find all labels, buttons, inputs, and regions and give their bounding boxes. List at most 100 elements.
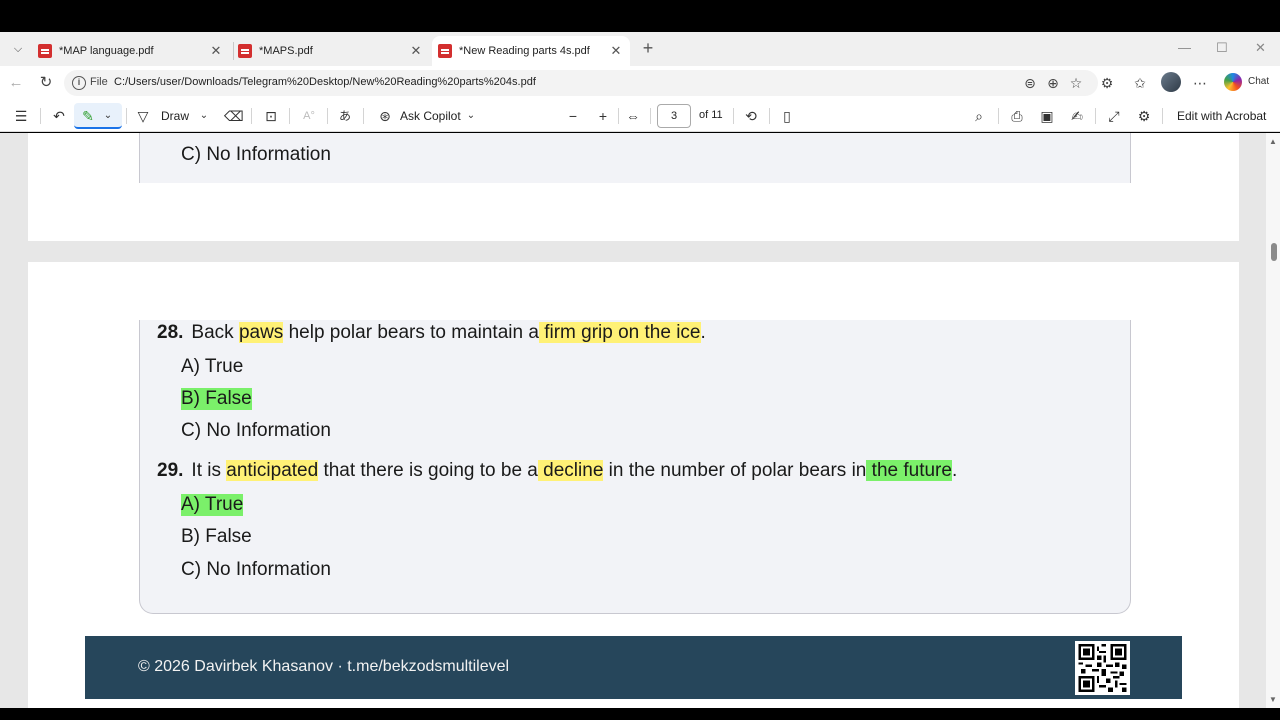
rotate-icon[interactable]: ⟲ bbox=[742, 106, 760, 126]
info-icon[interactable]: i bbox=[72, 76, 86, 90]
url-scheme-label: File bbox=[90, 76, 108, 88]
extensions-icon[interactable]: ⚙ bbox=[1098, 74, 1116, 92]
settings-gear-icon[interactable]: ⚙ bbox=[1135, 106, 1153, 126]
read-aloud-icon[interactable]: A° bbox=[300, 106, 318, 126]
print-icon[interactable]: ⎙ bbox=[1008, 106, 1026, 126]
contents-list-icon[interactable]: ☰ bbox=[12, 106, 30, 126]
url-text[interactable]: C:/Users/user/Downloads/Telegram%20Deskt… bbox=[114, 76, 536, 88]
close-window-button[interactable]: ✕ bbox=[1255, 40, 1266, 56]
new-tab-button[interactable]: + bbox=[638, 38, 658, 58]
zoom-in-icon[interactable]: + bbox=[595, 106, 611, 126]
toolbar-divider bbox=[363, 108, 364, 124]
close-tab-icon[interactable]: ✕ bbox=[408, 43, 424, 59]
address-bar-row: ← ↻ i File C:/Users/user/Downloads/Teleg… bbox=[0, 66, 1280, 100]
highlight-yellow: anticipated bbox=[226, 460, 319, 481]
search-icon[interactable]: ⌕ bbox=[970, 106, 988, 126]
toolbar-divider bbox=[251, 108, 252, 124]
close-tab-icon[interactable]: ✕ bbox=[608, 43, 624, 59]
copilot-icon[interactable] bbox=[1224, 73, 1242, 91]
minimize-button[interactable]: — bbox=[1178, 40, 1191, 55]
page-footer: © 2026 Davirbek Khasanov · t.me/bekzodsm… bbox=[85, 636, 1182, 699]
scrollbar-thumb[interactable] bbox=[1271, 243, 1277, 261]
footer-credit: © 2026 Davirbek Khasanov · t.me/bekzodsm… bbox=[138, 658, 510, 675]
toolbar-divider bbox=[618, 108, 619, 124]
translate-icon[interactable]: ⊜ bbox=[1021, 74, 1039, 92]
question-box: C) No Information bbox=[139, 133, 1131, 183]
tab-title: *MAP language.pdf bbox=[59, 45, 154, 57]
pdf-file-icon bbox=[238, 44, 252, 58]
question-text: that there is going to be a bbox=[318, 460, 538, 481]
tab-divider bbox=[233, 42, 234, 60]
toolbar-divider bbox=[769, 108, 770, 124]
chevron-down-icon[interactable]: ⌄ bbox=[198, 106, 210, 126]
option-b-answer: B) False bbox=[181, 388, 252, 410]
ask-copilot-icon[interactable]: ⊛ bbox=[376, 106, 394, 126]
page-number-input[interactable]: 3 bbox=[657, 104, 691, 128]
toolbar-divider bbox=[126, 108, 127, 124]
pdf-viewer[interactable]: C) No Information 28. Back paws help pola… bbox=[0, 133, 1280, 708]
tab-new-reading-parts[interactable]: *New Reading parts 4s.pdf ✕ bbox=[432, 36, 630, 66]
save-as-icon[interactable]: ✍ bbox=[1068, 106, 1086, 126]
chevron-down-icon[interactable]: ⌄ bbox=[465, 106, 477, 126]
tab-actions-chevron-icon[interactable]: ⌵ bbox=[8, 39, 28, 59]
fit-width-icon[interactable]: ⇔ bbox=[624, 106, 642, 126]
scroll-up-arrow-icon[interactable]: ▲ bbox=[1269, 137, 1277, 146]
toolbar-divider bbox=[733, 108, 734, 124]
highlight-yellow: paws bbox=[238, 322, 284, 343]
question-number: 29. bbox=[157, 460, 184, 481]
address-bar[interactable]: i File C:/Users/user/Downloads/Telegram%… bbox=[64, 70, 1098, 96]
favorites-icon[interactable]: ✩ bbox=[1131, 74, 1149, 92]
question-text: help polar bears to maintain a bbox=[283, 322, 539, 343]
chevron-down-icon: ⌄ bbox=[103, 110, 113, 121]
question-number: 28. bbox=[157, 322, 184, 343]
eraser-icon[interactable]: ⌫ bbox=[224, 106, 244, 126]
draw-button[interactable]: Draw bbox=[161, 109, 189, 123]
question-text: It is bbox=[191, 460, 227, 481]
close-tab-icon[interactable]: ✕ bbox=[208, 43, 224, 59]
question-28: 28. Back paws help polar bears to maintai… bbox=[157, 322, 706, 344]
pdf-file-icon bbox=[38, 44, 52, 58]
profile-avatar[interactable] bbox=[1161, 72, 1181, 92]
translate-text-icon[interactable]: あ bbox=[336, 106, 354, 126]
undo-icon[interactable]: ↶ bbox=[50, 106, 68, 126]
question-29: 29. It is anticipated that there is going… bbox=[157, 460, 957, 482]
favorite-star-icon[interactable]: ☆ bbox=[1067, 74, 1085, 92]
pdf-file-icon bbox=[438, 44, 452, 58]
refresh-icon[interactable]: ↻ bbox=[36, 73, 56, 93]
option-b: B) False bbox=[181, 526, 252, 547]
toolbar-divider bbox=[650, 108, 651, 124]
zoom-icon[interactable]: ⊕ bbox=[1044, 74, 1062, 92]
tab-maps[interactable]: *MAPS.pdf ✕ bbox=[238, 36, 430, 66]
highlight-button[interactable]: ✎ ⌄ bbox=[74, 103, 122, 129]
qr-code bbox=[1075, 641, 1130, 695]
ask-copilot-button[interactable]: Ask Copilot bbox=[400, 109, 461, 123]
maximize-button[interactable]: ☐ bbox=[1216, 40, 1228, 56]
option-a-answer: A) True bbox=[181, 494, 244, 516]
pdf-toolbar: ☰ ↶ ✎ ⌄ ▽ Draw ⌄ ⌫ ⊡ A° あ ⊛ Ask Copilot … bbox=[0, 100, 1280, 132]
page-view-icon[interactable]: ▯ bbox=[778, 106, 796, 126]
back-icon[interactable]: ← bbox=[6, 73, 26, 93]
toolbar-divider bbox=[998, 108, 999, 124]
zoom-out-icon[interactable]: − bbox=[565, 106, 581, 126]
highlight-green: the future bbox=[866, 460, 952, 481]
option-a: A) True bbox=[181, 356, 244, 377]
highlighter-icon: ✎ bbox=[82, 108, 94, 124]
save-icon[interactable]: ▣ bbox=[1038, 106, 1056, 126]
toolbar-divider bbox=[289, 108, 290, 124]
tab-map-language[interactable]: *MAP language.pdf ✕ bbox=[38, 36, 230, 66]
option-c: C) No Information bbox=[181, 144, 331, 165]
fullscreen-icon[interactable]: ⤢ bbox=[1105, 106, 1123, 126]
draw-icon[interactable]: ▽ bbox=[134, 106, 152, 126]
pdf-page-2: C) No Information bbox=[28, 133, 1239, 241]
chat-button-label[interactable]: Chat bbox=[1248, 76, 1269, 87]
question-text: in the number of polar bears in bbox=[603, 460, 867, 481]
more-options-icon[interactable]: ⋯ bbox=[1191, 74, 1209, 92]
question-text: Back bbox=[191, 322, 239, 343]
vertical-scrollbar[interactable]: ▲ ▼ bbox=[1266, 133, 1280, 708]
toolbar-divider bbox=[1162, 108, 1163, 124]
toolbar-divider bbox=[40, 108, 41, 124]
screen-bottom-edge bbox=[0, 708, 1280, 720]
edit-with-acrobat-button[interactable]: Edit with Acrobat bbox=[1177, 109, 1266, 123]
scroll-down-arrow-icon[interactable]: ▼ bbox=[1269, 695, 1277, 704]
text-box-icon[interactable]: ⊡ bbox=[262, 106, 280, 126]
